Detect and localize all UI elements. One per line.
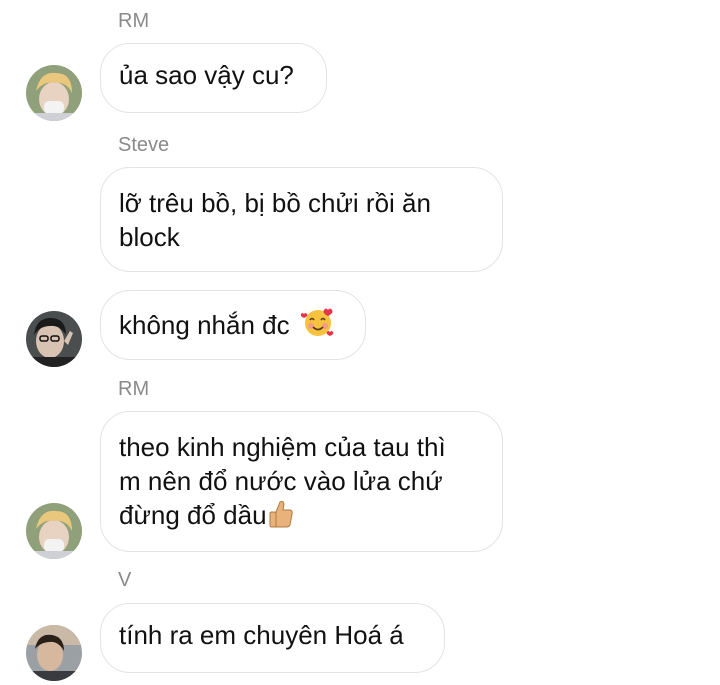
message-text-line: lỡ trêu bồ, bị bồ chửi rồi ăn — [119, 188, 431, 218]
message-text: không nhắn đc — [119, 310, 290, 340]
sender-name: Steve — [118, 134, 170, 156]
message-bubble[interactable]: lỡ trêu bồ, bị bồ chửi rồi ăn block — [100, 167, 503, 272]
avatar[interactable] — [26, 625, 82, 681]
message-text: tính ra em chuyên Hoá á — [119, 620, 404, 650]
message-text-line: m nên đổ nước vào lửa chứ — [119, 466, 443, 496]
sender-name: RM — [118, 378, 150, 400]
sender-name: V — [118, 569, 132, 591]
message-bubble[interactable]: tính ra em chuyên Hoá á — [100, 603, 445, 673]
message-text-line: block — [119, 222, 180, 252]
thumbs-up-icon — [268, 499, 294, 537]
message-bubble[interactable]: ủa sao vậy cu? — [100, 43, 327, 113]
message-text: ủa sao vậy cu? — [119, 60, 294, 90]
avatar[interactable] — [26, 65, 82, 121]
message-text-line: theo kinh nghiệm của tau thì — [119, 432, 446, 462]
sender-name: RM — [118, 10, 150, 32]
smiling-face-with-hearts-icon — [300, 305, 335, 347]
message-bubble[interactable]: theo kinh nghiệm của tau thì m nên đổ nư… — [100, 411, 503, 552]
message-text-line: đừng đổ dầu — [119, 500, 267, 530]
message-bubble[interactable]: không nhắn đc — [100, 290, 366, 360]
avatar[interactable] — [26, 503, 82, 559]
avatar[interactable] — [26, 311, 82, 367]
